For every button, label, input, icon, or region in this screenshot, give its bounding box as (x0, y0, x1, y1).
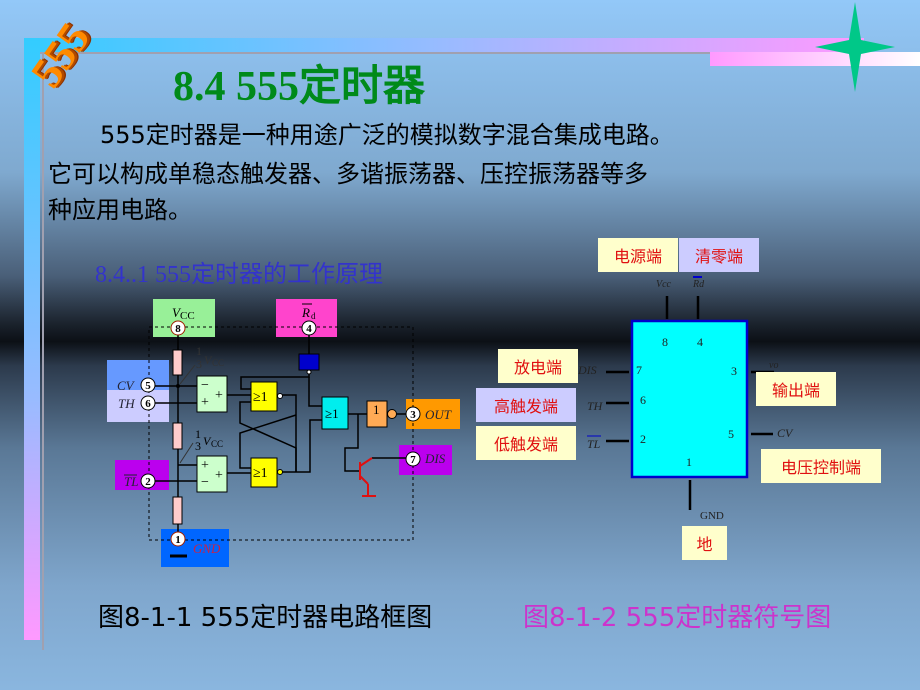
svg-text:1: 1 (686, 455, 692, 469)
label-output: 输出端 (756, 372, 836, 406)
svg-text:2: 2 (640, 432, 646, 446)
caption-circuit: 图8-1-1 555定时器电路框图 (98, 603, 433, 633)
label-ground: 地 (682, 526, 727, 560)
svg-text:Vcc: Vcc (656, 279, 672, 290)
svg-text:DIS: DIS (577, 363, 597, 377)
label-control: 电压控制端 (761, 449, 881, 483)
label-power: 电源端 (598, 238, 678, 272)
label-low-trigger: 低触发端 (476, 426, 576, 460)
ic-symbol-diagram: 8 4 7 3 6 2 5 1 Vcc Rd DIS TH TL vo CV G… (577, 276, 794, 522)
label-reset: 清零端 (679, 238, 759, 272)
svg-text:6: 6 (640, 393, 646, 407)
svg-text:8: 8 (662, 335, 668, 349)
svg-text:TH: TH (587, 399, 604, 413)
svg-text:4: 4 (697, 335, 703, 349)
label-discharge: 放电端 (498, 349, 578, 383)
svg-text:5: 5 (728, 427, 734, 441)
ic-body (630, 319, 749, 479)
svg-text:TL: TL (587, 437, 601, 451)
svg-text:7: 7 (636, 363, 642, 377)
svg-text:3: 3 (731, 364, 737, 378)
svg-text:Rd: Rd (692, 279, 705, 290)
svg-text:GND: GND (700, 510, 724, 522)
label-high-trigger: 高触发端 (476, 388, 576, 422)
svg-text:CV: CV (777, 426, 794, 440)
caption-symbol: 图8-1-2 555定时器符号图 (523, 603, 832, 633)
svg-text:vo: vo (769, 360, 778, 371)
